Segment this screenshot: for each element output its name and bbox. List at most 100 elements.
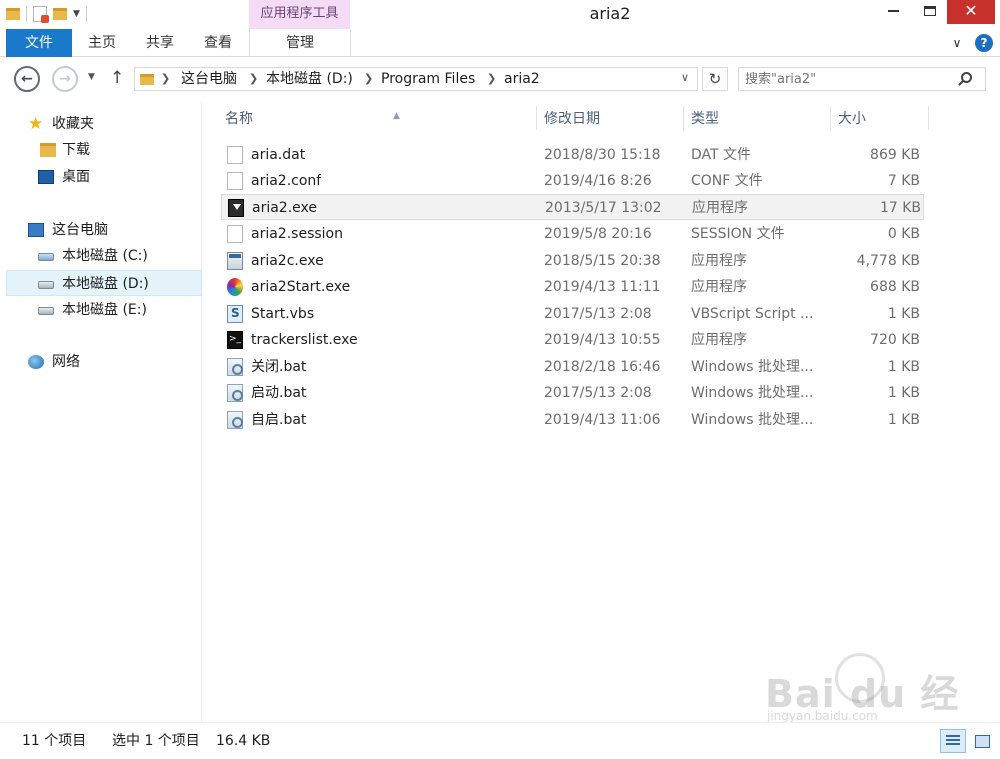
column-divider[interactable]: [928, 106, 929, 130]
up-button[interactable]: ↑: [110, 68, 124, 88]
minimize-button[interactable]: [873, 0, 913, 24]
breadcrumb-this-pc[interactable]: 这台电脑: [181, 69, 237, 89]
sidebar-item-drive-d[interactable]: 本地磁盘 (D:): [6, 270, 202, 296]
terminal-app-icon: [227, 331, 243, 349]
folder-icon[interactable]: [6, 8, 20, 20]
file-size: 1 KB: [887, 412, 920, 428]
computer-icon: [28, 223, 44, 237]
sidebar-item-drive-e[interactable]: 本地磁盘 (E:): [6, 297, 202, 323]
breadcrumb-separator-icon[interactable]: ❯: [487, 70, 496, 88]
expand-ribbon-icon[interactable]: ∨: [949, 35, 965, 51]
drive-icon: [38, 281, 54, 289]
search-icon[interactable]: [961, 72, 972, 83]
aria2-app-icon: [228, 199, 244, 217]
large-icons-view-button[interactable]: [970, 729, 994, 753]
window-title: aria2: [589, 4, 631, 23]
file-type: 应用程序: [691, 279, 747, 295]
sidebar-item-label: 本地磁盘 (D:): [62, 276, 149, 292]
minimize-icon: [887, 10, 899, 12]
file-size: 720 KB: [870, 332, 920, 348]
file-date: 2013/5/17 13:02: [545, 200, 662, 216]
batch-file-icon: [227, 384, 243, 402]
file-row[interactable]: aria2c.exe 2018/5/15 20:38 应用程序 4,778 KB: [221, 248, 924, 274]
file-row[interactable]: 启动.bat 2017/5/13 2:08 Windows 批处理... 1 K…: [221, 380, 924, 406]
file-row[interactable]: aria2.session 2019/5/8 20:16 SESSION 文件 …: [221, 221, 924, 247]
column-divider[interactable]: [683, 106, 684, 130]
tab-manage[interactable]: 管理: [252, 29, 348, 57]
address-bar[interactable]: ❯ 这台电脑 ❯ 本地磁盘 (D:) ❯ Program Files ❯ ari…: [134, 67, 698, 91]
breadcrumb-drive-d[interactable]: 本地磁盘 (D:): [266, 69, 353, 89]
recent-locations-icon[interactable]: ▼: [88, 72, 95, 82]
column-header-name[interactable]: 名称 ▲: [225, 106, 400, 132]
file-row[interactable]: aria.dat 2018/8/30 15:18 DAT 文件 869 KB: [221, 142, 924, 168]
breadcrumb-separator-icon[interactable]: ❯: [161, 70, 170, 88]
tab-view[interactable]: 查看: [194, 29, 242, 57]
file-row[interactable]: Start.vbs 2017/5/13 2:08 VBScript Script…: [221, 301, 924, 327]
column-header-date[interactable]: 修改日期: [544, 106, 600, 132]
column-divider[interactable]: [830, 106, 831, 130]
file-type: Windows 批处理...: [691, 412, 814, 428]
column-header-type[interactable]: 类型: [691, 106, 719, 132]
file-date: 2019/4/13 11:06: [544, 412, 661, 428]
breadcrumb-separator-icon[interactable]: ❯: [364, 70, 373, 88]
item-count: 11 个项目: [22, 733, 87, 749]
file-name: 启动.bat: [251, 385, 307, 401]
colorful-app-icon: [227, 278, 243, 296]
downloads-folder-icon: [40, 143, 56, 157]
arrow-right-icon: →: [59, 71, 71, 87]
file-date: 2019/4/13 11:11: [544, 279, 661, 295]
file-row[interactable]: aria2.conf 2019/4/16 8:26 CONF 文件 7 KB: [221, 168, 924, 194]
file-type: Windows 批处理...: [691, 359, 814, 375]
column-header-size[interactable]: 大小: [838, 106, 866, 132]
tab-share[interactable]: 共享: [136, 29, 184, 57]
back-button[interactable]: ←: [14, 66, 40, 92]
sidebar-item-drive-c[interactable]: 本地磁盘 (C:): [6, 243, 202, 269]
properties-icon[interactable]: [33, 6, 49, 23]
help-icon[interactable]: ?: [975, 34, 993, 52]
details-view-button[interactable]: [940, 729, 966, 753]
file-name: aria2.exe: [252, 200, 317, 216]
file-size: 1 KB: [887, 385, 920, 401]
sidebar-item-desktop[interactable]: 桌面: [6, 164, 202, 190]
folder-icon: [140, 74, 154, 85]
chevron-down-icon[interactable]: ∨: [681, 71, 689, 84]
file-row[interactable]: trackerslist.exe 2019/4/13 10:55 应用程序 72…: [221, 327, 924, 353]
sidebar-item-network[interactable]: 网络: [6, 349, 202, 375]
file-row[interactable]: aria2Start.exe 2019/4/13 11:11 应用程序 688 …: [221, 274, 924, 300]
refresh-button[interactable]: ↻: [702, 67, 728, 91]
tab-home[interactable]: 主页: [78, 29, 126, 57]
file-name: aria2.conf: [251, 173, 322, 189]
file-name: aria2.session: [251, 226, 343, 242]
forward-button[interactable]: →: [52, 66, 78, 92]
close-icon: ✕: [964, 1, 978, 20]
tab-file[interactable]: 文件: [6, 29, 72, 57]
search-input[interactable]: [745, 70, 955, 88]
file-name: 自启.bat: [251, 412, 307, 428]
sidebar-item-label: 收藏夹: [52, 116, 94, 132]
file-name: 关闭.bat: [251, 359, 307, 375]
file-size: 688 KB: [870, 279, 920, 295]
file-name: aria2c.exe: [251, 253, 324, 269]
search-box[interactable]: [738, 67, 986, 91]
file-size: 17 KB: [879, 200, 921, 216]
file-size: 1 KB: [887, 359, 920, 375]
chevron-down-icon[interactable]: ▼: [73, 9, 80, 19]
sidebar-item-this-pc[interactable]: 这台电脑: [6, 217, 202, 243]
new-folder-icon[interactable]: [53, 8, 67, 20]
column-divider[interactable]: [536, 106, 537, 130]
file-list: 名称 ▲ 修改日期 类型 大小 aria.dat 2018/8/30 15:18…: [203, 102, 1000, 722]
file-size: 0 KB: [887, 226, 920, 242]
file-row[interactable]: 关闭.bat 2018/2/18 16:46 Windows 批处理... 1 …: [221, 354, 924, 380]
sidebar-item-label: 本地磁盘 (E:): [62, 302, 147, 318]
navigation-pane: ★ 收藏夹 下载 桌面 这台电脑 本地磁盘 (C:) 本地磁盘 (D:) 本地磁…: [0, 102, 202, 722]
file-row[interactable]: 自启.bat 2019/4/13 11:06 Windows 批处理... 1 …: [221, 407, 924, 433]
sidebar-item-favorites[interactable]: ★ 收藏夹: [6, 111, 202, 137]
file-row-selected[interactable]: aria2.exe 2013/5/17 13:02 应用程序 17 KB: [221, 194, 924, 220]
sidebar-item-label: 网络: [52, 354, 80, 370]
breadcrumb-aria2[interactable]: aria2: [504, 69, 540, 89]
breadcrumb-program-files[interactable]: Program Files: [381, 69, 475, 89]
close-button[interactable]: ✕: [947, 0, 995, 24]
breadcrumb-separator-icon[interactable]: ❯: [249, 70, 258, 88]
sidebar-item-downloads[interactable]: 下载: [6, 137, 202, 163]
maximize-button[interactable]: [913, 0, 947, 24]
